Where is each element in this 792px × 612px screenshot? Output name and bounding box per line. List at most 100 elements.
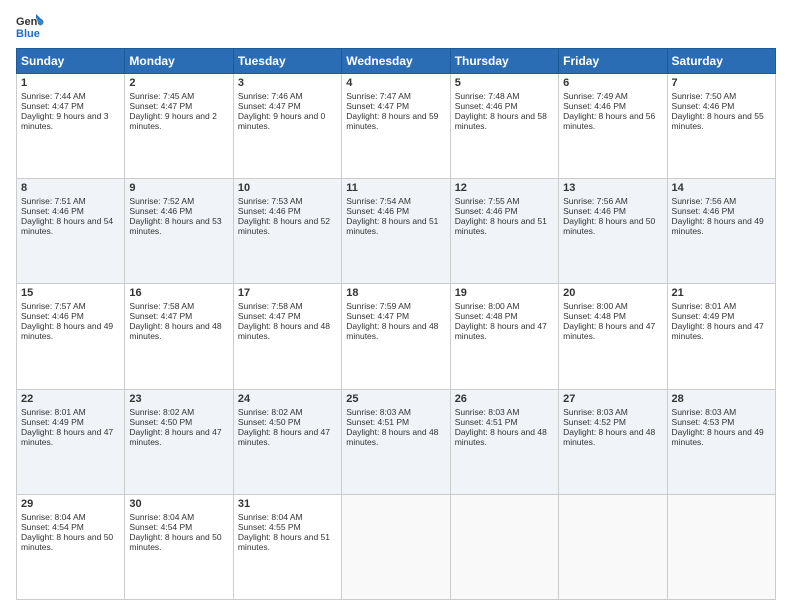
weekday-header-thursday: Thursday — [450, 49, 558, 74]
sunrise-text: Sunrise: 8:04 AM — [238, 512, 303, 522]
calendar-cell: 15 Sunrise: 7:57 AMSunset: 4:46 PMDayligh… — [17, 284, 125, 389]
sunset-text: Sunset: 4:47 PM — [346, 101, 409, 111]
daylight-text: Daylight: 8 hours and 47 minutes. — [21, 427, 113, 447]
calendar-cell: 14Sunrise: 7:56 AMSunset: 4:46 PMDayligh… — [667, 179, 775, 284]
calendar-cell: 11Sunrise: 7:54 AMSunset: 4:46 PMDayligh… — [342, 179, 450, 284]
sunset-text: Sunset: 4:50 PM — [129, 417, 192, 427]
day-number: 19 — [455, 287, 554, 299]
sunset-text: Sunset: 4:51 PM — [455, 417, 518, 427]
day-number: 13 — [563, 182, 662, 194]
calendar-cell: 22Sunrise: 8:01 AMSunset: 4:49 PMDayligh… — [17, 389, 125, 494]
sunrise-text: Sunrise: 7:58 AM — [129, 301, 194, 311]
day-number: 20 — [563, 287, 662, 299]
calendar-cell: 25Sunrise: 8:03 AMSunset: 4:51 PMDayligh… — [342, 389, 450, 494]
day-number: 23 — [129, 393, 228, 405]
sunset-text: Sunset: 4:46 PM — [455, 206, 518, 216]
sunrise-text: Sunrise: 7:55 AM — [455, 196, 520, 206]
calendar-cell: 23Sunrise: 8:02 AMSunset: 4:50 PMDayligh… — [125, 389, 233, 494]
day-number: 28 — [672, 393, 771, 405]
calendar-cell: 30Sunrise: 8:04 AMSunset: 4:54 PMDayligh… — [125, 494, 233, 599]
week-row-4: 22Sunrise: 8:01 AMSunset: 4:49 PMDayligh… — [17, 389, 776, 494]
sunrise-text: Sunrise: 7:53 AM — [238, 196, 303, 206]
sunset-text: Sunset: 4:52 PM — [563, 417, 626, 427]
sunrise-text: Sunrise: 8:01 AM — [21, 407, 86, 417]
calendar-cell: 6Sunrise: 7:49 AMSunset: 4:46 PMDaylight… — [559, 74, 667, 179]
sunset-text: Sunset: 4:49 PM — [672, 311, 735, 321]
daylight-text: Daylight: 8 hours and 50 minutes. — [563, 216, 655, 236]
daylight-text: Daylight: 8 hours and 49 minutes. — [21, 321, 113, 341]
daylight-text: Daylight: 8 hours and 58 minutes. — [455, 111, 547, 131]
calendar-cell: 31Sunrise: 8:04 AMSunset: 4:55 PMDayligh… — [233, 494, 341, 599]
sunrise-text: Sunrise: 7:50 AM — [672, 91, 737, 101]
calendar-cell — [559, 494, 667, 599]
calendar-cell: 4 Sunrise: 7:47 AMSunset: 4:47 PMDaylight… — [342, 74, 450, 179]
day-number: 21 — [672, 287, 771, 299]
day-number: 2 — [129, 77, 228, 89]
day-number: 25 — [346, 393, 445, 405]
calendar-cell: 28Sunrise: 8:03 AMSunset: 4:53 PMDayligh… — [667, 389, 775, 494]
daylight-text: Daylight: 8 hours and 50 minutes. — [129, 532, 221, 552]
day-number: 15 — [21, 287, 120, 299]
daylight-text: Daylight: 8 hours and 50 minutes. — [21, 532, 113, 552]
daylight-text: Daylight: 8 hours and 51 minutes. — [346, 216, 438, 236]
sunrise-text: Sunrise: 8:03 AM — [346, 407, 411, 417]
weekday-header-sunday: Sunday — [17, 49, 125, 74]
sunrise-text: Sunrise: 7:59 AM — [346, 301, 411, 311]
sunrise-text: Sunrise: 7:51 AM — [21, 196, 86, 206]
sunset-text: Sunset: 4:51 PM — [346, 417, 409, 427]
daylight-text: Daylight: 8 hours and 59 minutes. — [346, 111, 438, 131]
day-number: 1 — [21, 77, 120, 89]
day-number: 9 — [129, 182, 228, 194]
calendar-cell: 27Sunrise: 8:03 AMSunset: 4:52 PMDayligh… — [559, 389, 667, 494]
day-number: 5 — [455, 77, 554, 89]
sunset-text: Sunset: 4:47 PM — [129, 101, 192, 111]
sunset-text: Sunset: 4:47 PM — [238, 311, 301, 321]
daylight-text: Daylight: 8 hours and 51 minutes. — [455, 216, 547, 236]
day-number: 4 — [346, 77, 445, 89]
day-number: 16 — [129, 287, 228, 299]
sunrise-text: Sunrise: 8:01 AM — [672, 301, 737, 311]
calendar-cell: 29Sunrise: 8:04 AMSunset: 4:54 PMDayligh… — [17, 494, 125, 599]
sunrise-text: Sunrise: 7:56 AM — [672, 196, 737, 206]
sunrise-text: Sunrise: 8:02 AM — [238, 407, 303, 417]
day-number: 18 — [346, 287, 445, 299]
sunrise-text: Sunrise: 8:03 AM — [563, 407, 628, 417]
calendar-cell: 21Sunrise: 8:01 AMSunset: 4:49 PMDayligh… — [667, 284, 775, 389]
calendar-cell — [667, 494, 775, 599]
day-number: 3 — [238, 77, 337, 89]
calendar-cell: 2Sunrise: 7:45 AMSunset: 4:47 PMDaylight… — [125, 74, 233, 179]
week-row-2: 8Sunrise: 7:51 AMSunset: 4:46 PMDaylight… — [17, 179, 776, 284]
sunset-text: Sunset: 4:46 PM — [21, 206, 84, 216]
calendar-cell: 8Sunrise: 7:51 AMSunset: 4:46 PMDaylight… — [17, 179, 125, 284]
sunrise-text: Sunrise: 7:44 AM — [21, 91, 86, 101]
day-number: 22 — [21, 393, 120, 405]
calendar-cell: 3Sunrise: 7:46 AMSunset: 4:47 PMDaylight… — [233, 74, 341, 179]
calendar-cell: 12Sunrise: 7:55 AMSunset: 4:46 PMDayligh… — [450, 179, 558, 284]
calendar-cell — [342, 494, 450, 599]
sunrise-text: Sunrise: 7:54 AM — [346, 196, 411, 206]
sunrise-text: Sunrise: 7:56 AM — [563, 196, 628, 206]
sunrise-text: Sunrise: 8:03 AM — [455, 407, 520, 417]
logo-icon: General Blue — [16, 12, 44, 40]
sunrise-text: Sunrise: 7:46 AM — [238, 91, 303, 101]
daylight-text: Daylight: 8 hours and 48 minutes. — [346, 321, 438, 341]
day-number: 27 — [563, 393, 662, 405]
sunset-text: Sunset: 4:46 PM — [21, 311, 84, 321]
sunset-text: Sunset: 4:54 PM — [129, 522, 192, 532]
sunset-text: Sunset: 4:46 PM — [672, 206, 735, 216]
sunrise-text: Sunrise: 7:47 AM — [346, 91, 411, 101]
calendar-cell: 9Sunrise: 7:52 AMSunset: 4:46 PMDaylight… — [125, 179, 233, 284]
sunset-text: Sunset: 4:46 PM — [563, 206, 626, 216]
calendar-table: SundayMondayTuesdayWednesdayThursdayFrid… — [16, 48, 776, 600]
svg-text:Blue: Blue — [16, 28, 40, 40]
sunrise-text: Sunrise: 8:03 AM — [672, 407, 737, 417]
calendar-cell: 1Sunrise: 7:44 AMSunset: 4:47 PMDaylight… — [17, 74, 125, 179]
sunrise-text: Sunrise: 7:49 AM — [563, 91, 628, 101]
sunrise-text: Sunrise: 7:57 AM — [21, 301, 86, 311]
daylight-text: Daylight: 8 hours and 49 minutes. — [672, 427, 764, 447]
sunset-text: Sunset: 4:55 PM — [238, 522, 301, 532]
daylight-text: Daylight: 8 hours and 56 minutes. — [563, 111, 655, 131]
daylight-text: Daylight: 8 hours and 54 minutes. — [21, 216, 113, 236]
sunset-text: Sunset: 4:46 PM — [238, 206, 301, 216]
calendar-cell: 17Sunrise: 7:58 AMSunset: 4:47 PMDayligh… — [233, 284, 341, 389]
